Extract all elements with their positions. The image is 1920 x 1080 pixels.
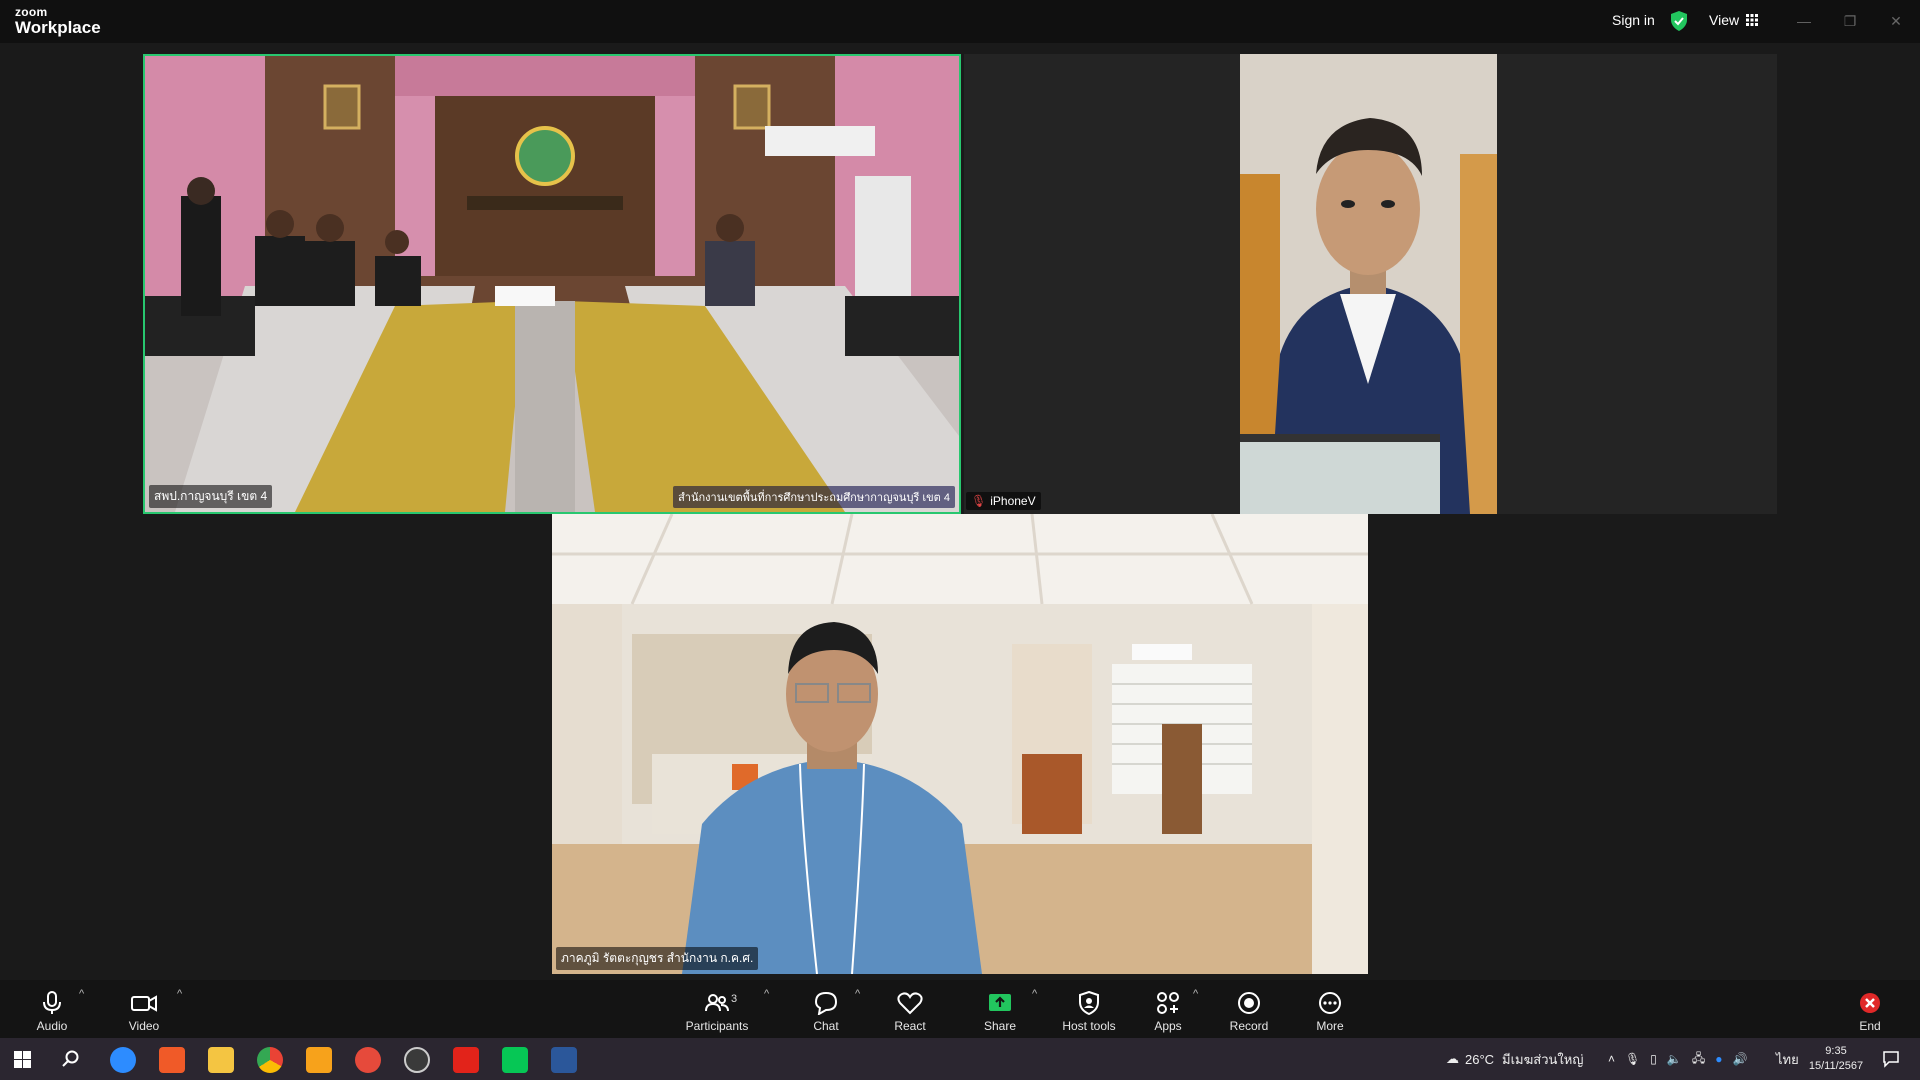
- meeting-toolbar: Audio ^ Video ^ Participants 3 ^ Chat ^ …: [0, 980, 1920, 1038]
- chevron-up-icon[interactable]: ˄: [1608, 1052, 1615, 1066]
- word-icon[interactable]: [551, 1047, 577, 1073]
- minimize-icon[interactable]: —: [1790, 8, 1818, 34]
- heart-icon: [897, 992, 923, 1015]
- video-button[interactable]: Video: [122, 980, 166, 1038]
- react-label: React: [894, 1019, 926, 1033]
- apps-label: Apps: [1154, 1019, 1182, 1033]
- speaker-icon[interactable]: 🔈: [1667, 1052, 1682, 1066]
- camera-watermark-text: สำนักงานเขตพื้นที่การศึกษาประถมศึกษากาญจ…: [673, 486, 955, 508]
- video-label: Video: [128, 1019, 160, 1033]
- weather-text: มีเมฆส่วนใหญ่: [1502, 1051, 1584, 1067]
- view-label: View: [1709, 12, 1740, 28]
- close-icon[interactable]: ✕: [1882, 8, 1910, 34]
- search-icon[interactable]: [62, 1050, 80, 1068]
- host-tools-label: Host tools: [1062, 1019, 1116, 1033]
- audio-label: Audio: [36, 1019, 68, 1033]
- apps-options-caret-icon[interactable]: ^: [1193, 988, 1198, 1000]
- participant-name-text: iPhoneV: [990, 494, 1036, 508]
- host-tools-button[interactable]: Host tools: [1058, 980, 1120, 1038]
- share-options-caret-icon[interactable]: ^: [1032, 988, 1037, 1000]
- record-label: Record: [1229, 1019, 1269, 1033]
- logo-small-text: zoom: [15, 5, 48, 19]
- zoom-tray-icon[interactable]: ●: [1715, 1052, 1722, 1066]
- participants-options-caret-icon[interactable]: ^: [764, 988, 769, 1000]
- title-bar: zoom Workplace Sign in View — ❐ ✕: [0, 0, 1920, 43]
- screen-recorder-icon[interactable]: [355, 1047, 381, 1073]
- end-meeting-button[interactable]: End: [1850, 980, 1890, 1038]
- cloud-icon: ☁: [1446, 1051, 1459, 1066]
- apps-button[interactable]: Apps: [1146, 980, 1190, 1038]
- muted-mic-icon: 🎙: [971, 494, 987, 508]
- system-tray: ˄ 🎙 ▯ 🔈 🖧 ● 🔊: [1608, 1038, 1747, 1080]
- volume-icon[interactable]: 🔊: [1732, 1052, 1747, 1066]
- start-icon[interactable]: [14, 1051, 31, 1068]
- shield-icon: [1079, 991, 1099, 1015]
- clock-date: 15/11/2567: [1808, 1060, 1864, 1072]
- grid-icon: [1746, 14, 1759, 26]
- chat-button[interactable]: Chat: [804, 980, 848, 1038]
- encryption-shield-icon[interactable]: [1670, 11, 1688, 31]
- more-button[interactable]: More: [1308, 980, 1352, 1038]
- video-camera-icon: [131, 995, 157, 1012]
- zoom-icon[interactable]: [110, 1047, 136, 1073]
- clock-time: 9:35: [1825, 1045, 1847, 1057]
- more-label: More: [1316, 1019, 1344, 1033]
- notifications-icon[interactable]: [1882, 1050, 1900, 1068]
- participants-label: Participants: [685, 1019, 749, 1033]
- logo-big-text: Workplace: [15, 18, 101, 37]
- acrobat-icon[interactable]: [453, 1047, 479, 1073]
- chat-bubble-icon: [814, 991, 838, 1015]
- participant-video-tile[interactable]: 🎙 iPhoneV: [964, 54, 1777, 514]
- more-dots-icon: [1319, 992, 1341, 1014]
- windows-taskbar: ☁ 26°C มีเมฆส่วนใหญ่ ˄ 🎙 ▯ 🔈 🖧 ● 🔊 ไทย 9…: [0, 1038, 1920, 1080]
- slides-icon[interactable]: [159, 1047, 185, 1073]
- chrome-icon[interactable]: [257, 1047, 283, 1073]
- weather-temp: 26°C: [1465, 1051, 1495, 1067]
- meeting-room-video: [145, 56, 959, 512]
- share-button[interactable]: Share: [978, 980, 1022, 1038]
- audio-button[interactable]: Audio: [30, 980, 74, 1038]
- video-options-caret-icon[interactable]: ^: [177, 988, 182, 1000]
- participant-video: [1240, 54, 1497, 514]
- app-icon[interactable]: [306, 1047, 332, 1073]
- participant-name-label: สพป.กาญจนบุรี เขต 4: [149, 485, 273, 508]
- maximize-icon[interactable]: ❐: [1836, 8, 1864, 34]
- zoom-logo: zoom Workplace: [15, 6, 101, 36]
- end-label: End: [1859, 1019, 1881, 1033]
- end-x-icon: [1860, 993, 1880, 1013]
- view-button[interactable]: View: [1709, 12, 1759, 28]
- share-screen-icon: [989, 994, 1011, 1011]
- line-icon[interactable]: [502, 1047, 528, 1073]
- network-icon[interactable]: 🖧: [1692, 1049, 1705, 1070]
- participants-count-badge: 3: [731, 993, 738, 1005]
- usb-icon[interactable]: ▯: [1650, 1052, 1657, 1066]
- microphone-tray-icon[interactable]: 🎙: [1625, 1052, 1640, 1066]
- record-icon: [1238, 992, 1260, 1014]
- sign-in-button[interactable]: Sign in: [1612, 12, 1655, 28]
- participants-icon: [705, 994, 729, 1012]
- video-gallery: สพป.กาญจนบุรี เขต 4 สำนักงานเขตพื้นที่กา…: [0, 43, 1920, 980]
- language-indicator[interactable]: ไทย: [1776, 1038, 1799, 1080]
- apps-icon: [1157, 992, 1179, 1014]
- record-button[interactable]: Record: [1226, 980, 1272, 1038]
- obs-icon[interactable]: [404, 1047, 430, 1073]
- participant-video-tile[interactable]: ภาคภูมิ รัตตะกุญชร สำนักงาน ก.ค.ศ.: [552, 514, 1368, 974]
- file-explorer-icon[interactable]: [208, 1047, 234, 1073]
- microphone-icon: [43, 991, 61, 1014]
- living-room-video: [552, 514, 1368, 974]
- audio-options-caret-icon[interactable]: ^: [79, 988, 84, 1000]
- share-label: Share: [983, 1019, 1017, 1033]
- chat-label: Chat: [813, 1019, 839, 1033]
- participants-button[interactable]: Participants: [684, 980, 750, 1038]
- chat-options-caret-icon[interactable]: ^: [855, 988, 860, 1000]
- clock[interactable]: 9:35 15/11/2567: [1806, 1038, 1866, 1080]
- weather-widget[interactable]: ☁ 26°C มีเมฆส่วนใหญ่: [1446, 1038, 1583, 1080]
- react-button[interactable]: React: [888, 980, 932, 1038]
- participant-name-label: ภาคภูมิ รัตตะกุญชร สำนักงาน ก.ค.ศ.: [556, 947, 759, 970]
- participant-name-label: 🎙 iPhoneV: [966, 492, 1041, 510]
- participant-video-tile[interactable]: สพป.กาญจนบุรี เขต 4 สำนักงานเขตพื้นที่กา…: [143, 54, 961, 514]
